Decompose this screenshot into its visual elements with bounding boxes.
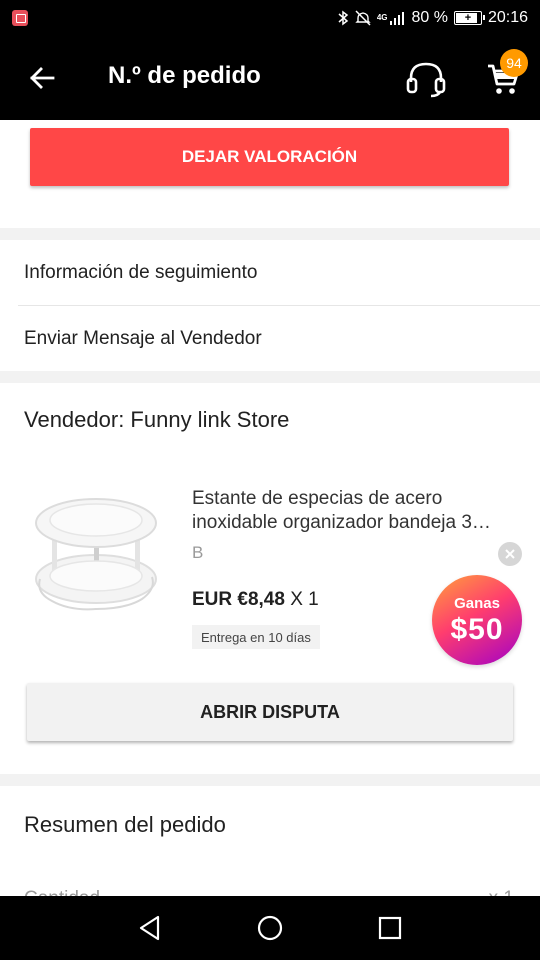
quantity-value: X 1: [290, 589, 319, 610]
nav-home-button[interactable]: [252, 910, 288, 946]
arrow-back-icon: [30, 67, 55, 89]
nav-back-button[interactable]: [132, 910, 168, 946]
triangle-back-icon: [139, 915, 160, 941]
summary-quantity-value: x 1: [489, 888, 514, 896]
headset-icon: [406, 62, 446, 98]
close-promo-button[interactable]: [498, 542, 522, 566]
message-seller-link[interactable]: Enviar Mensaje al Vendedor: [0, 306, 540, 372]
close-icon: [505, 549, 515, 559]
square-recents-icon: [378, 916, 402, 940]
signal-icon: [390, 12, 405, 25]
back-button[interactable]: [22, 56, 62, 100]
cart-count-badge: 94: [500, 49, 528, 77]
product-price: EUR €8,48 X 1: [192, 589, 319, 611]
review-section: DEJAR VALORACIÓN: [0, 120, 540, 228]
open-dispute-button[interactable]: ABRIR DISPUTA: [27, 683, 513, 741]
summary-quantity-label: Cantidad: [24, 888, 100, 896]
battery-icon: +: [453, 11, 485, 25]
product-title[interactable]: Estante de especias de acero inoxidable …: [192, 487, 522, 535]
status-indicators: 4G 80 % + 20:16: [337, 0, 528, 36]
summary-quantity-row: Cantidad x 1: [24, 888, 514, 896]
status-bar: 4G 80 % + 20:16: [0, 0, 540, 36]
circle-home-icon: [257, 915, 283, 941]
product-title-line: inoxidable organizador bandeja 3…: [192, 512, 491, 533]
network-type: 4G: [376, 13, 388, 22]
order-summary-section: Resumen del pedido Cantidad x 1: [0, 786, 540, 896]
order-links-section: Información de seguimiento Enviar Mensaj…: [0, 240, 540, 371]
product-image[interactable]: [30, 491, 162, 621]
product-variant: B: [192, 543, 204, 562]
app-notification-icon: [12, 10, 28, 26]
page-title: N.º de pedido: [108, 62, 261, 89]
mute-icon: [355, 10, 371, 26]
app-bar: N.º de pedido 94: [0, 36, 540, 120]
price-value: EUR €8,48: [192, 589, 285, 610]
product-title-line: Estante de especias de acero: [192, 488, 443, 509]
system-navigation-bar: [0, 896, 540, 960]
delivery-estimate-badge: Entrega en 10 días: [192, 625, 320, 649]
bluetooth-icon: [338, 10, 349, 26]
leave-review-button[interactable]: DEJAR VALORACIÓN: [30, 128, 509, 186]
seller-name[interactable]: Vendedor: Funny link Store: [24, 407, 289, 433]
order-summary-title: Resumen del pedido: [24, 812, 226, 837]
battery-percent: 80 %: [411, 9, 448, 26]
promo-coupon-badge[interactable]: Ganas $50: [432, 575, 522, 665]
order-detail-content: DEJAR VALORACIÓN Información de seguimie…: [0, 120, 540, 896]
promo-label: Ganas: [454, 595, 500, 612]
customer-support-button[interactable]: [402, 56, 450, 102]
nav-recents-button[interactable]: [372, 910, 408, 946]
status-time: 20:16: [487, 9, 528, 26]
promo-amount: $50: [450, 613, 504, 646]
tracking-info-link[interactable]: Información de seguimiento: [0, 240, 540, 306]
